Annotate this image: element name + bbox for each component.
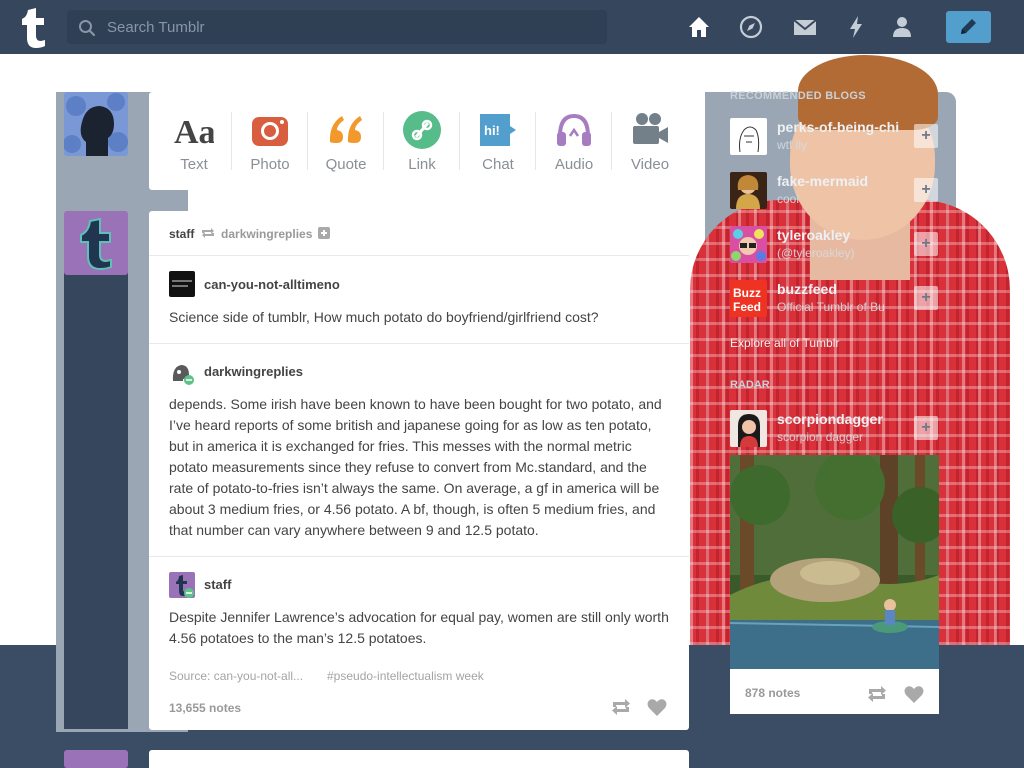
recommended-blog-item[interactable]: Buzz Feed buzzfeed Official Tumblr of Bu… <box>730 280 940 320</box>
post-type-chat[interactable]: hi! Chat <box>460 92 536 190</box>
headphones-icon <box>557 113 591 146</box>
camera-icon <box>252 117 288 146</box>
blog-name[interactable]: tyleroakley <box>777 227 909 243</box>
compose-button[interactable] <box>946 11 991 43</box>
svg-text:Feed: Feed <box>733 300 761 314</box>
blog-name[interactable]: fake-mermaid <box>777 173 909 189</box>
recommended-blog-item[interactable]: tyleroakley (@tyleroakley) + <box>730 226 940 266</box>
inbox-icon[interactable] <box>792 14 818 40</box>
follow-button[interactable]: + <box>914 286 938 310</box>
recommended-blog-item[interactable]: fake-mermaid cool + <box>730 172 940 212</box>
like-heart-icon[interactable] <box>646 696 668 718</box>
top-bar: Search Tumblr <box>0 0 1024 54</box>
follow-button[interactable]: + <box>914 178 938 202</box>
link-icon <box>403 111 441 149</box>
post-type-video[interactable]: Video <box>612 92 688 190</box>
pencil-icon <box>961 19 976 34</box>
divider <box>149 255 689 256</box>
account-icon[interactable] <box>889 14 915 40</box>
blog-subtitle: Official Tumblr of Bu <box>777 300 885 314</box>
svg-text:hi!: hi! <box>484 123 500 138</box>
post-source-link[interactable]: Source: can-you-not-all... <box>169 669 303 683</box>
user-avatar[interactable] <box>64 92 128 156</box>
can-you-not-avatar[interactable] <box>169 271 195 297</box>
post-type-link[interactable]: Link <box>384 92 460 190</box>
svg-text:Aa: Aa <box>174 114 214 150</box>
divider <box>149 343 689 344</box>
post-type-text[interactable]: Aa Text <box>156 92 232 190</box>
search-icon <box>79 20 96 37</box>
staff-avatar[interactable] <box>64 211 128 275</box>
radar-blog-item[interactable]: scorpiondagger scorpion dagger + <box>730 410 940 450</box>
post-author[interactable]: can-you-not-alltimeno <box>204 277 340 292</box>
reblogged-from-link[interactable]: darkwingreplies <box>221 227 312 241</box>
radar-post-image[interactable] <box>730 455 939 669</box>
tumblr-logo-icon[interactable] <box>14 6 54 48</box>
search-bar[interactable]: Search Tumblr <box>67 10 607 44</box>
post-composer: Aa Text Photo Quote Link hi! Chat Audio … <box>149 92 689 190</box>
buzzfeed-logo: Buzz Feed <box>730 280 767 317</box>
darkwingreplies-avatar[interactable] <box>169 359 195 385</box>
follow-button[interactable]: + <box>914 124 938 148</box>
blog-subtitle: scorpion dagger <box>777 430 864 444</box>
reblog-icon[interactable] <box>610 696 632 718</box>
divider <box>149 556 689 557</box>
radar-notes-count[interactable]: 878 notes <box>745 686 800 700</box>
follow-button[interactable]: + <box>914 416 938 440</box>
staff-small-avatar[interactable] <box>169 572 195 598</box>
post-type-photo[interactable]: Photo <box>232 92 308 190</box>
explore-link[interactable]: Explore all of Tumblr <box>730 336 839 350</box>
blog-name[interactable]: buzzfeed <box>777 281 909 297</box>
recommended-blog-item[interactable]: perks-of-being-chi wtf lly + <box>730 118 940 158</box>
next-post-avatar[interactable] <box>64 750 128 768</box>
radar-post-card: 878 notes <box>730 455 939 714</box>
explore-icon[interactable] <box>738 14 764 40</box>
blog-subtitle: wtf lly <box>777 138 807 152</box>
post-text: depends. Some irish have been known to h… <box>169 396 662 538</box>
blog-avatar <box>730 226 767 263</box>
video-camera-icon <box>633 113 668 144</box>
follow-button[interactable]: + <box>914 232 938 256</box>
chat-icon: hi! <box>480 114 516 146</box>
search-input[interactable]: Search Tumblr <box>107 19 205 36</box>
reblog-small-icon <box>201 228 214 238</box>
reblog-icon[interactable] <box>866 683 888 705</box>
post-type-audio[interactable]: Audio <box>536 92 612 190</box>
like-heart-icon[interactable] <box>903 683 925 705</box>
post-notes-count[interactable]: 13,655 notes <box>169 701 241 715</box>
blog-avatar <box>730 118 767 155</box>
blog-subtitle: cool <box>777 192 800 206</box>
avatar-rail <box>64 272 128 729</box>
recommended-blogs-title: RECOMMENDED BLOGS <box>730 90 866 102</box>
blog-avatar <box>730 172 767 209</box>
text-icon: Aa <box>174 114 214 150</box>
reblogger-link[interactable]: staff <box>169 227 194 241</box>
dashboard-post: staff darkwingreplies can-you-not-alltim… <box>149 211 689 730</box>
svg-text:Buzz: Buzz <box>733 286 761 300</box>
radar-title: RADAR <box>730 379 770 391</box>
quote-icon <box>329 116 362 143</box>
blog-avatar <box>730 410 767 447</box>
post-text: Despite Jennifer Lawrence’s advocation f… <box>169 609 669 646</box>
post-header: staff darkwingreplies <box>169 227 330 241</box>
post-author[interactable]: darkwingreplies <box>204 364 303 379</box>
activity-icon[interactable] <box>843 14 869 40</box>
post-tag[interactable]: #pseudo-intellectualism week <box>327 669 484 683</box>
blog-name[interactable]: perks-of-being-chi <box>777 119 909 135</box>
blog-name[interactable]: scorpiondagger <box>777 411 909 427</box>
home-icon[interactable] <box>686 14 712 40</box>
post-text: Science side of tumblr, How much potato … <box>169 309 599 325</box>
post-type-quote[interactable]: Quote <box>308 92 384 190</box>
blog-subtitle: (@tyleroakley) <box>777 246 855 260</box>
next-post <box>149 750 689 768</box>
post-author[interactable]: staff <box>204 577 231 592</box>
follow-plus-icon[interactable] <box>317 227 330 239</box>
